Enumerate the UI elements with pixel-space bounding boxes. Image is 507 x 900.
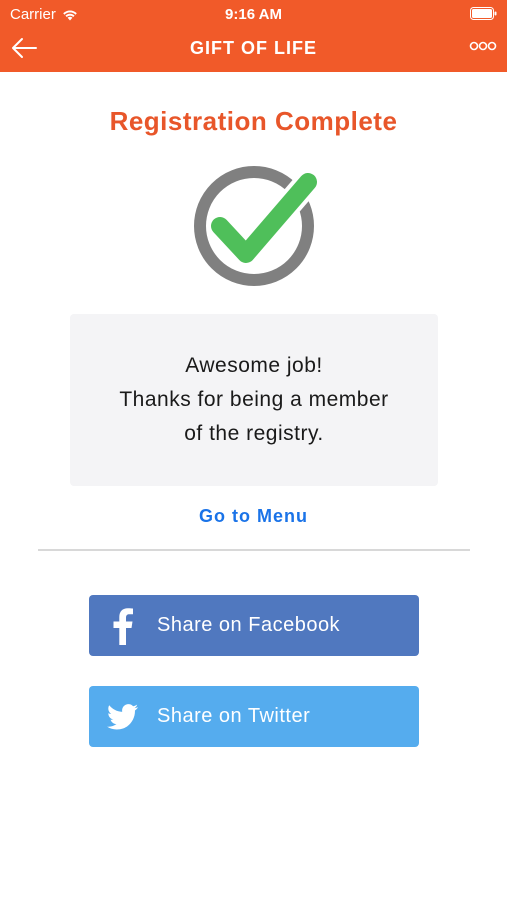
checkmark-icon <box>194 166 320 286</box>
share-twitter-button[interactable]: Share on Twitter <box>89 686 419 747</box>
twitter-icon <box>103 697 143 737</box>
facebook-icon <box>103 606 143 646</box>
share-facebook-button[interactable]: Share on Facebook <box>89 595 419 656</box>
go-to-menu-link[interactable]: Go to Menu <box>0 506 507 527</box>
share-facebook-label: Share on Facebook <box>157 614 341 636</box>
share-twitter-label: Share on Twitter <box>157 705 311 727</box>
page-title: GIFT OF LIFE <box>190 38 317 58</box>
message-line: Awesome job! <box>185 354 323 377</box>
registration-complete-screen: Carrier 9:16 AM GIFT OF LIFE Registratio… <box>0 0 507 900</box>
more-dots-icon[interactable] <box>469 39 497 53</box>
app-header: Carrier 9:16 AM GIFT OF LIFE <box>0 0 507 72</box>
registration-title: Registration Complete <box>109 106 398 136</box>
navigation-bar: GIFT OF LIFE <box>0 28 507 72</box>
message-line: Thanks for being a member <box>119 388 389 411</box>
status-bar: Carrier 9:16 AM <box>0 0 507 28</box>
battery-icon <box>470 7 497 20</box>
divider <box>38 549 470 551</box>
confirmation-message-box: Awesome job! Thanks for being a member o… <box>70 314 438 486</box>
status-time: 9:16 AM <box>225 6 282 23</box>
message-line: of the registry. <box>184 422 324 445</box>
